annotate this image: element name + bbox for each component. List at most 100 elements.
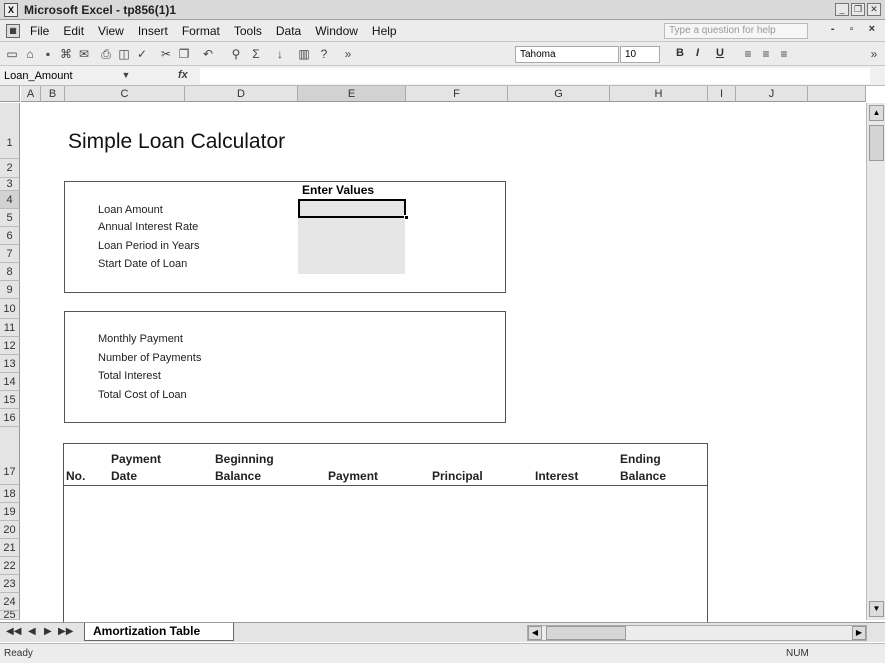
column-header[interactable]: A [21, 86, 41, 102]
hyperlink-icon[interactable]: ⚲ [228, 46, 244, 62]
header-principal: Principal [432, 469, 483, 483]
row-header[interactable]: 3 [0, 178, 20, 191]
workbook-icon[interactable]: ▦ [6, 23, 20, 38]
column-header[interactable]: J [736, 86, 808, 102]
row-header[interactable]: 1 [0, 103, 20, 159]
help-search-input[interactable]: Type a question for help [664, 23, 808, 39]
active-cell-loan-amount[interactable] [298, 199, 406, 218]
menu-help[interactable]: Help [372, 24, 397, 38]
copy-icon[interactable]: ❐ [176, 46, 192, 62]
scroll-up-icon[interactable]: ▲ [869, 105, 884, 121]
row-header[interactable]: 18 [0, 485, 20, 503]
align-left-icon[interactable]: ≡ [740, 46, 756, 62]
last-sheet-icon[interactable]: ▶▶ [58, 626, 73, 637]
label-loan-period: Loan Period in Years [98, 240, 200, 252]
row-header[interactable]: 16 [0, 409, 20, 427]
window-title: Microsoft Excel - tp856(1)1 [24, 2, 177, 17]
menu-window[interactable]: Window [315, 24, 358, 38]
first-sheet-icon[interactable]: ◀◀ [6, 626, 21, 637]
horizontal-scroll-thumb[interactable] [546, 626, 626, 640]
row-header[interactable]: 11 [0, 319, 20, 337]
row-header-selected[interactable]: 4 [0, 191, 20, 209]
row-header[interactable]: 8 [0, 263, 20, 281]
print-icon[interactable]: ⎙ [98, 46, 114, 62]
label-total-cost: Total Cost of Loan [98, 389, 187, 401]
cut-icon[interactable]: ✂ [158, 46, 174, 62]
menu-file[interactable]: File [30, 24, 49, 38]
column-header[interactable]: G [508, 86, 610, 102]
scroll-down-icon[interactable]: ▼ [869, 601, 884, 617]
horizontal-scrollbar[interactable]: ◀ ▶ [527, 625, 867, 641]
bold-button[interactable]: B [676, 47, 684, 59]
restore-icon[interactable]: ❐ [851, 3, 865, 16]
column-header[interactable]: F [406, 86, 508, 102]
row-header[interactable]: 20 [0, 521, 20, 539]
toolbar-options-icon[interactable]: » [340, 46, 356, 62]
row-header[interactable]: 23 [0, 575, 20, 593]
excel-icon[interactable]: X [4, 2, 18, 17]
menu-insert[interactable]: Insert [138, 24, 168, 38]
sort-ascending-icon[interactable]: ↓ [272, 46, 288, 62]
tab-amortization-table[interactable]: Amortization Table [84, 623, 234, 641]
toolbar-more-icon[interactable]: » [866, 46, 882, 62]
vertical-scrollbar[interactable]: ▲ ▼ [866, 103, 885, 620]
row-header[interactable]: 5 [0, 209, 20, 227]
close-icon[interactable]: ✕ [867, 3, 881, 16]
row-header[interactable]: 12 [0, 337, 20, 355]
spelling-icon[interactable]: ✓ [134, 46, 150, 62]
row-header[interactable]: 9 [0, 281, 20, 299]
print-preview-icon[interactable]: ◫ [116, 46, 132, 62]
align-center-icon[interactable]: ≡ [758, 46, 774, 62]
vertical-scroll-thumb[interactable] [869, 125, 884, 161]
row-header[interactable]: 19 [0, 503, 20, 521]
insert-function-icon[interactable]: fx [178, 69, 188, 81]
fill-handle[interactable] [404, 215, 409, 220]
email-icon[interactable]: ✉ [76, 46, 92, 62]
new-icon[interactable]: ▭ [4, 46, 20, 62]
column-header-selected[interactable]: E [298, 86, 406, 102]
workbook-window-controls[interactable]: - ▫ × [831, 23, 881, 35]
row-header[interactable]: 22 [0, 557, 20, 575]
row-header[interactable]: 13 [0, 355, 20, 373]
menu-view[interactable]: View [98, 24, 124, 38]
italic-button[interactable]: I [696, 47, 699, 59]
save-icon[interactable]: ▪ [40, 46, 56, 62]
formula-input[interactable] [200, 68, 870, 84]
menu-format[interactable]: Format [182, 24, 220, 38]
font-size-select[interactable]: 10 [620, 46, 660, 63]
scroll-right-icon[interactable]: ▶ [852, 626, 866, 640]
autosum-icon[interactable]: Σ [248, 46, 264, 62]
row-header[interactable]: 14 [0, 373, 20, 391]
row-header[interactable]: 24 [0, 593, 20, 611]
row-header[interactable]: 7 [0, 245, 20, 263]
column-header[interactable]: C [65, 86, 185, 102]
select-all-corner[interactable] [0, 86, 20, 102]
column-header[interactable]: B [41, 86, 65, 102]
row-header[interactable]: 21 [0, 539, 20, 557]
permission-icon[interactable]: ⌘ [58, 46, 74, 62]
open-icon[interactable]: ⌂ [22, 46, 38, 62]
menu-tools[interactable]: Tools [234, 24, 262, 38]
row-header[interactable]: 15 [0, 391, 20, 409]
column-header[interactable]: H [610, 86, 708, 102]
menu-edit[interactable]: Edit [63, 24, 84, 38]
column-header[interactable]: I [708, 86, 736, 102]
chart-wizard-icon[interactable]: ▥ [296, 46, 312, 62]
help-icon[interactable]: ? [316, 46, 332, 62]
row-header[interactable]: 6 [0, 227, 20, 245]
minimize-icon[interactable]: _ [835, 3, 849, 16]
scroll-left-icon[interactable]: ◀ [528, 626, 542, 640]
column-header[interactable]: D [185, 86, 298, 102]
name-box-dropdown-icon[interactable]: ▼ [118, 67, 134, 83]
row-header[interactable]: 10 [0, 299, 20, 319]
prev-sheet-icon[interactable]: ◀ [28, 626, 36, 637]
menu-data[interactable]: Data [276, 24, 301, 38]
undo-icon[interactable]: ↶ [200, 46, 216, 62]
row-header[interactable]: 17 [0, 427, 20, 485]
row-header[interactable]: 2 [0, 159, 20, 178]
font-name-select[interactable]: Tahoma [515, 46, 619, 63]
row-header[interactable]: 25 [0, 611, 20, 620]
align-right-icon[interactable]: ≡ [776, 46, 792, 62]
next-sheet-icon[interactable]: ▶ [44, 626, 52, 637]
underline-button[interactable]: U [716, 47, 724, 59]
